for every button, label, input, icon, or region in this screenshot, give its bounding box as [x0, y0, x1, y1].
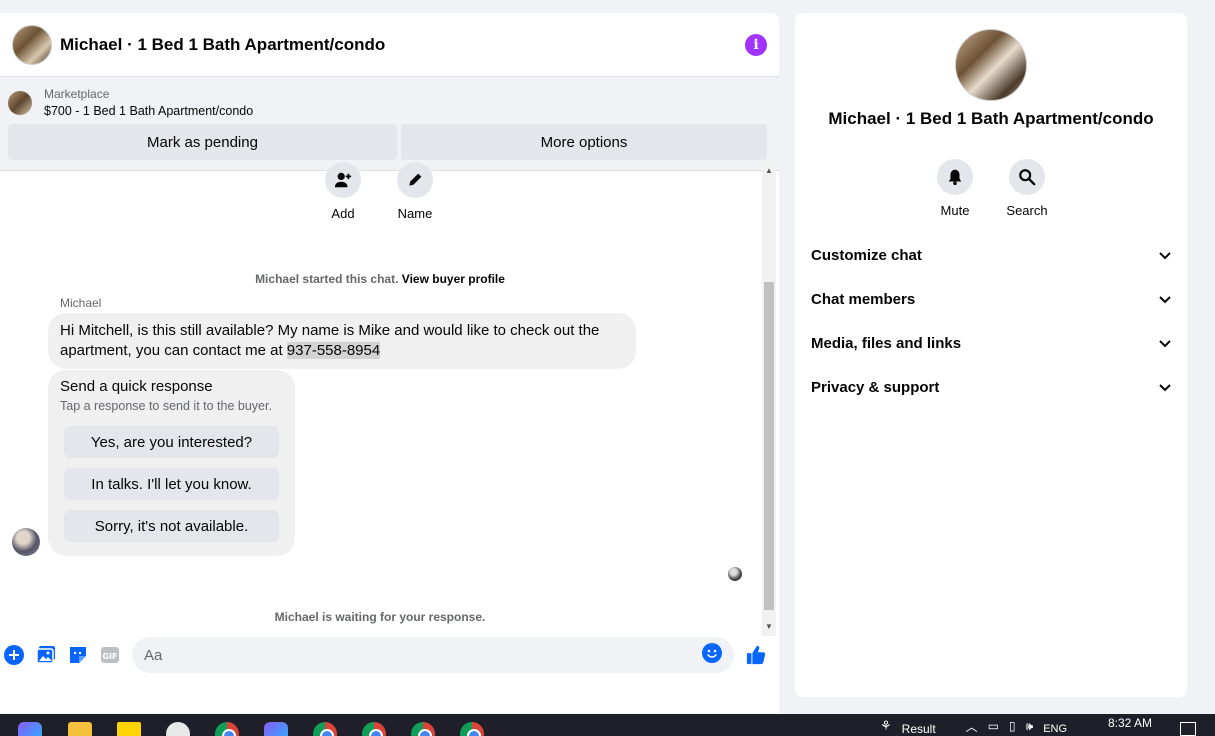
pencil-icon	[397, 162, 433, 198]
seen-indicator-avatar	[728, 567, 742, 581]
marketplace-listing[interactable]: Marketplace $700 - 1 Bed 1 Bath Apartmen…	[8, 87, 771, 118]
more-options-button[interactable]: More options	[401, 124, 767, 160]
chevron-down-icon	[1159, 335, 1171, 352]
profile-name: Michael · 1 Bed 1 Bath Apartment/condo	[828, 109, 1154, 128]
file-explorer-icon[interactable]	[68, 722, 92, 736]
chevron-down-icon	[1159, 291, 1171, 308]
search-label: Search	[1006, 203, 1048, 218]
chat-started-note: Michael started this chat. View buyer pr…	[0, 272, 760, 286]
emoji-icon[interactable]	[702, 642, 722, 668]
chrome-icon[interactable]	[313, 722, 337, 736]
customize-chat-section[interactable]: Customize chat	[803, 233, 1179, 277]
photo-icon[interactable]	[36, 645, 56, 665]
message-input-wrapper	[132, 637, 734, 673]
search-icon	[1009, 159, 1045, 195]
svg-text:GIF: GIF	[102, 652, 117, 661]
plus-icon[interactable]	[4, 645, 24, 665]
scroll-thumb[interactable]	[764, 282, 774, 610]
section-label: Privacy & support	[811, 378, 940, 396]
quick-response-subtitle: Tap a response to send it to the buyer.	[60, 399, 272, 413]
profile-avatar[interactable]	[955, 29, 1027, 101]
chat-members-section[interactable]: Chat members	[803, 277, 1179, 321]
add-label: Add	[331, 206, 355, 221]
info-sections: Customize chat Chat members Media, files…	[803, 233, 1179, 409]
chat-title[interactable]: Michael · 1 Bed 1 Bath Apartment/condo	[60, 35, 385, 55]
chrome-icon[interactable]	[362, 722, 386, 736]
name-label: Name	[397, 206, 433, 221]
section-label: Media, files and links	[811, 334, 962, 352]
sender-avatar[interactable]	[12, 528, 40, 556]
quick-response-in-talks[interactable]: In talks. I'll let you know.	[64, 468, 279, 500]
battery-icon[interactable]: ▯	[1009, 719, 1016, 733]
quick-response-yes[interactable]: Yes, are you interested?	[64, 426, 279, 458]
quick-response-card: Send a quick response Tap a response to …	[48, 370, 295, 556]
quick-response-title: Send a quick response	[60, 378, 213, 395]
section-label: Chat members	[811, 290, 916, 308]
message-bubble[interactable]: Hi Mitchell, is this still available? My…	[48, 313, 636, 369]
result-label[interactable]: Result	[902, 722, 936, 736]
clock[interactable]: 8:32 AM	[1108, 716, 1152, 730]
gif-icon[interactable]: GIF	[100, 645, 120, 665]
taskbar: ⚘ Result ︿ ▭ ▯ 🕪 ENG 8:32 AM	[0, 714, 1215, 736]
sticker-icon[interactable]	[68, 645, 88, 665]
message-list: Add Name Michael started this chat. View…	[0, 162, 760, 640]
conversation-info-pane: Michael · 1 Bed 1 Bath Apartment/condo M…	[795, 13, 1187, 697]
messages-scrollbar[interactable]: ▲ ▼	[762, 162, 776, 636]
name-action[interactable]: Name	[397, 162, 433, 221]
sticky-notes-icon[interactable]	[117, 722, 141, 736]
scroll-up-arrow-icon[interactable]: ▲	[762, 164, 776, 178]
language-indicator[interactable]: ENG	[1043, 723, 1067, 735]
chevron-up-icon[interactable]: ︿	[966, 718, 978, 735]
info-icon[interactable]: i	[745, 33, 767, 56]
add-person-icon	[325, 162, 361, 198]
message-input[interactable]	[144, 646, 702, 664]
marketplace-bar: Marketplace $700 - 1 Bed 1 Bath Apartmen…	[0, 77, 779, 171]
chrome-icon[interactable]	[411, 722, 435, 736]
system-tray: ⚘ Result ︿ ▭ ▯ 🕪 ENG	[880, 716, 1067, 736]
privacy-support-section[interactable]: Privacy & support	[803, 365, 1179, 409]
bell-icon	[937, 159, 973, 195]
media-files-links-section[interactable]: Media, files and links	[803, 321, 1179, 365]
listing-thumbnail	[8, 90, 32, 115]
copilot-icon[interactable]	[18, 722, 42, 736]
result-widget-icon[interactable]: ⚘	[880, 718, 892, 734]
composer: GIF	[0, 635, 779, 675]
add-people-action[interactable]: Add	[325, 162, 361, 221]
section-label: Customize chat	[811, 246, 922, 264]
chevron-down-icon	[1159, 247, 1171, 264]
mark-pending-button[interactable]: Mark as pending	[8, 124, 397, 160]
copilot-icon[interactable]	[264, 722, 288, 736]
mute-label: Mute	[940, 203, 970, 218]
chat-header: Michael · 1 Bed 1 Bath Apartment/condo i	[0, 13, 779, 77]
chat-started-text: Michael started this chat.	[255, 272, 399, 286]
chat-avatar[interactable]	[12, 24, 52, 65]
network-icon[interactable]: ▭	[988, 719, 999, 733]
thumbs-up-icon[interactable]	[746, 645, 766, 665]
listing-title: $700 - 1 Bed 1 Bath Apartment/condo	[44, 104, 254, 118]
chrome-icon[interactable]	[215, 722, 239, 736]
marketplace-label: Marketplace	[44, 87, 110, 101]
sender-name: Michael	[60, 296, 102, 310]
scroll-down-arrow-icon[interactable]: ▼	[762, 620, 776, 634]
view-buyer-profile-link[interactable]: View buyer profile	[402, 272, 505, 286]
search-button[interactable]: Search	[1006, 159, 1048, 218]
notification-icon[interactable]	[1180, 722, 1196, 736]
quick-response-not-available[interactable]: Sorry, it's not available.	[64, 510, 279, 542]
mute-button[interactable]: Mute	[937, 159, 973, 218]
chrome-icon[interactable]	[460, 722, 484, 736]
app-icon[interactable]	[166, 722, 190, 736]
phone-number[interactable]: 937-558-8954	[286, 342, 381, 359]
chevron-down-icon	[1159, 379, 1171, 396]
waiting-note: Michael is waiting for your response.	[274, 610, 486, 624]
speaker-icon[interactable]: 🕪	[1026, 719, 1034, 734]
